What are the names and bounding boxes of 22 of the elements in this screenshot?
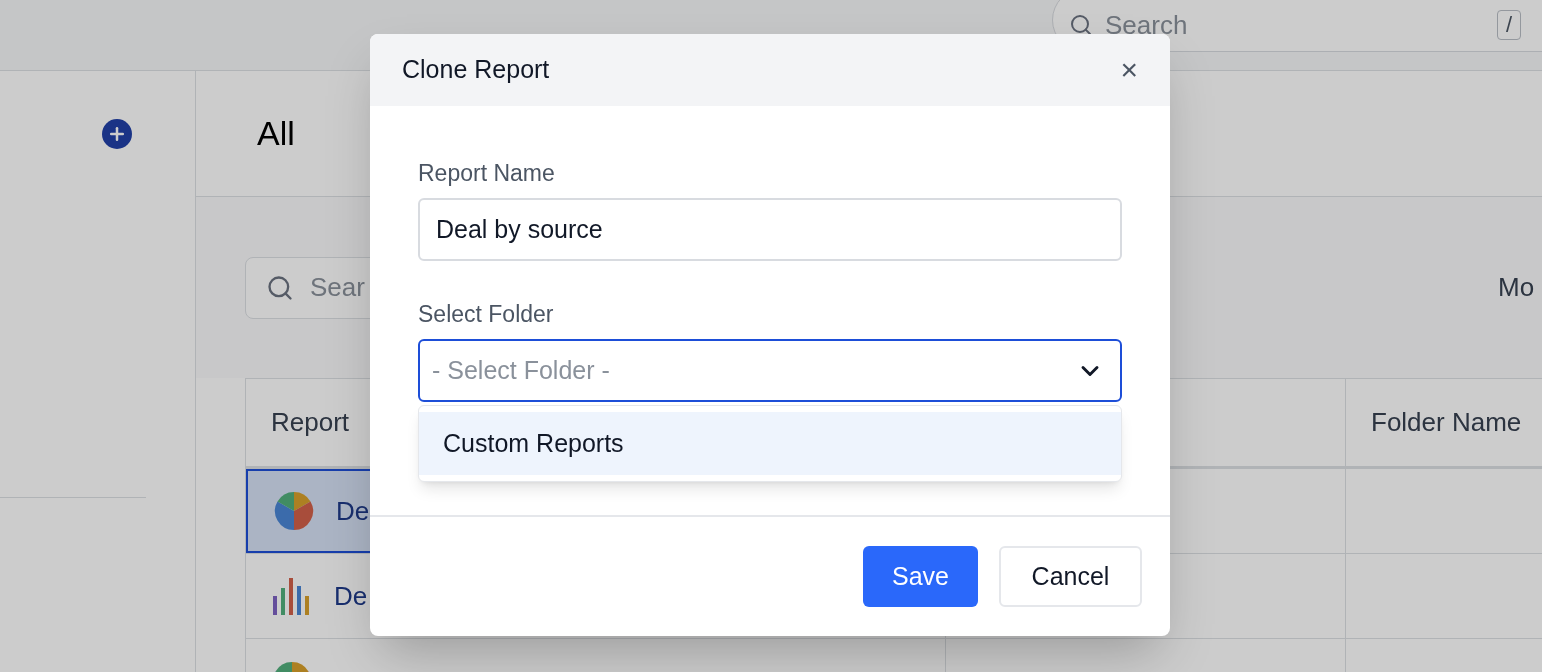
pie-chart-icon	[274, 491, 314, 531]
search-icon	[266, 273, 294, 302]
field-label: Report Name	[418, 159, 556, 188]
keyboard-shortcut: /	[1496, 10, 1521, 40]
toolbar-label: Mo	[1498, 271, 1536, 304]
save-button[interactable]: Save	[863, 546, 978, 607]
close-button[interactable]: ×	[1120, 55, 1138, 85]
bar-chart-icon	[272, 576, 312, 616]
search-placeholder: Sear	[310, 271, 365, 304]
report-name[interactable]: De	[336, 491, 370, 531]
search-field[interactable]: Search /	[1052, 0, 1542, 52]
search-placeholder: Search	[1105, 8, 1189, 42]
column-header: Folder Name	[1370, 406, 1523, 439]
report-name[interactable]: De	[334, 576, 368, 616]
field-label: Select Folder	[418, 300, 555, 329]
search-icon	[1069, 13, 1093, 37]
dialog-title: Clone Report	[402, 54, 550, 86]
add-icon[interactable]	[102, 118, 132, 149]
dropdown-option[interactable]: Custom Reports	[419, 412, 1121, 475]
page-title: All	[257, 113, 295, 154]
report-name-input[interactable]: Deal by source	[418, 198, 1122, 261]
cancel-button[interactable]: Cancel	[999, 546, 1142, 607]
